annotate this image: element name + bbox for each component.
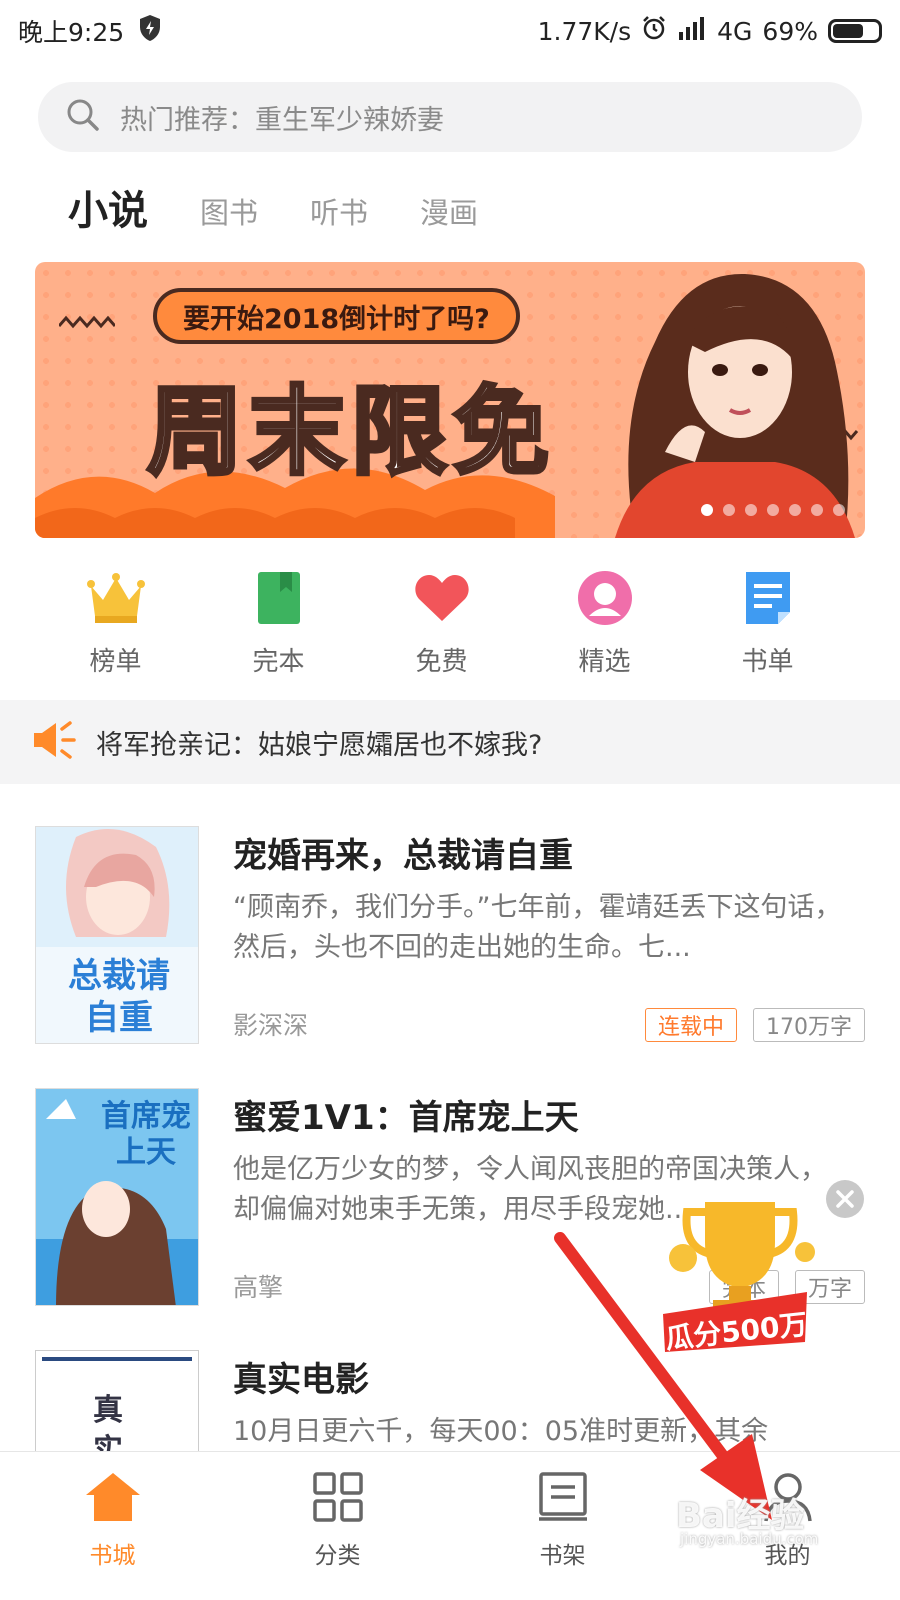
book-item[interactable]: 总裁请自重 宠婚再来，总裁请自重 “顾南乔，我们分手。”七年前，霍靖廷丢下这句话… — [35, 826, 865, 1046]
search-icon — [66, 98, 100, 136]
tab-audiobooks[interactable]: 听书 — [310, 190, 368, 240]
nav-categories[interactable]: 分类 — [225, 1452, 450, 1600]
shield-icon — [138, 14, 162, 48]
watermark-url: jingyan.baidu.com — [680, 1530, 819, 1548]
quick-nav-label: 完本 — [252, 647, 305, 677]
book-author: 影深深 — [233, 1011, 309, 1040]
book-description: “顾南乔，我们分手。”七年前，霍靖廷丢下这句话，然后，头也不回的走出她的生命。七… — [233, 892, 842, 963]
nav-label: 书城 — [89, 1543, 136, 1569]
status-badge: 连载中 — [644, 1008, 737, 1042]
quick-nav-label: 榜单 — [89, 647, 142, 677]
banner-title: 周末限免 — [145, 374, 555, 490]
trophy-promo[interactable]: 瓜分500万 — [655, 1192, 815, 1362]
nav-bookshelf[interactable]: 书架 — [450, 1452, 675, 1600]
carousel-dot[interactable] — [767, 504, 779, 516]
network-speed: 1.77K/s — [537, 16, 632, 46]
quick-nav-free[interactable]: 免费 — [360, 568, 523, 678]
battery-icon — [828, 19, 882, 43]
crown-icon — [86, 568, 146, 627]
quick-nav-rankings[interactable]: 榜单 — [34, 568, 197, 678]
quick-nav-completed[interactable]: 完本 — [197, 568, 360, 678]
alarm-icon — [641, 15, 667, 47]
person-circle-icon — [575, 568, 635, 627]
book-cover: 总裁请自重 — [35, 826, 199, 1044]
document-list-icon — [738, 568, 798, 627]
book-title: 宠婚再来，总裁请自重 — [233, 836, 573, 876]
tab-comics[interactable]: 漫画 — [420, 190, 478, 240]
book-cover-title: 总裁请自重 — [68, 956, 170, 1038]
zigzag-decoration — [59, 315, 115, 329]
quick-nav-label: 书单 — [741, 647, 794, 677]
banner-pill: 要开始2018倒计时了吗? — [153, 288, 520, 344]
book-cover: 首席宠上天 — [35, 1088, 199, 1306]
nav-label: 书架 — [539, 1543, 586, 1569]
quick-nav-booklist[interactable]: 书单 — [686, 568, 849, 678]
carousel-indicators — [701, 504, 845, 516]
carousel-dot[interactable] — [745, 504, 757, 516]
quick-nav: 榜单 完本 免费 精选 书单 — [0, 568, 900, 678]
carousel-dot[interactable] — [833, 504, 845, 516]
close-icon[interactable] — [826, 1180, 864, 1218]
bookshelf-icon — [532, 1466, 594, 1528]
network-type: 4G — [717, 16, 753, 46]
status-bar: 晚上9:25 1.77K/s 4G 69% — [0, 0, 900, 62]
carousel-dot[interactable] — [811, 504, 823, 516]
search-bar[interactable]: 热门推荐：重生军少辣娇妻 — [38, 82, 862, 152]
battery-percent: 69% — [762, 16, 818, 46]
banner-illustration — [615, 273, 855, 538]
book-cover-title: 首席宠上天 — [101, 1099, 191, 1170]
notice-text: 将军抢亲记：姑娘宁愿孀居也不嫁我? — [96, 729, 543, 761]
book-description: 10月日更六千，每天00：05准时更新，其余 — [233, 1416, 769, 1447]
status-time: 晚上9:25 — [18, 18, 125, 47]
book-title: 真实电影 — [233, 1360, 369, 1400]
tab-novel[interactable]: 小说 — [68, 178, 148, 240]
quick-nav-label: 免费 — [415, 647, 468, 677]
nav-label: 分类 — [314, 1543, 361, 1569]
bookmark-book-icon — [249, 568, 309, 627]
tab-books[interactable]: 图书 — [200, 190, 258, 240]
megaphone-icon — [32, 721, 76, 763]
quick-nav-featured[interactable]: 精选 — [523, 568, 686, 678]
search-placeholder: 热门推荐：重生军少辣娇妻 — [120, 104, 444, 136]
signal-icon — [677, 16, 707, 46]
category-tabs: 小说 图书 听书 漫画 — [68, 176, 530, 240]
word-count-badge: 170万字 — [753, 1008, 865, 1042]
promo-banner[interactable]: 要开始2018倒计时了吗? 周末限免 — [35, 262, 865, 538]
house-icon — [82, 1466, 144, 1528]
grid-icon — [307, 1466, 369, 1528]
carousel-dot[interactable] — [701, 504, 713, 516]
heart-icon — [412, 568, 472, 627]
book-title: 蜜爱1V1：首席宠上天 — [233, 1098, 579, 1138]
book-author: 高擎 — [233, 1273, 284, 1302]
quick-nav-label: 精选 — [578, 647, 631, 677]
nav-bookstore[interactable]: 书城 — [0, 1452, 225, 1600]
carousel-dot[interactable] — [723, 504, 735, 516]
carousel-dot[interactable] — [789, 504, 801, 516]
notice-bar[interactable]: 将军抢亲记：姑娘宁愿孀居也不嫁我? — [0, 700, 900, 784]
